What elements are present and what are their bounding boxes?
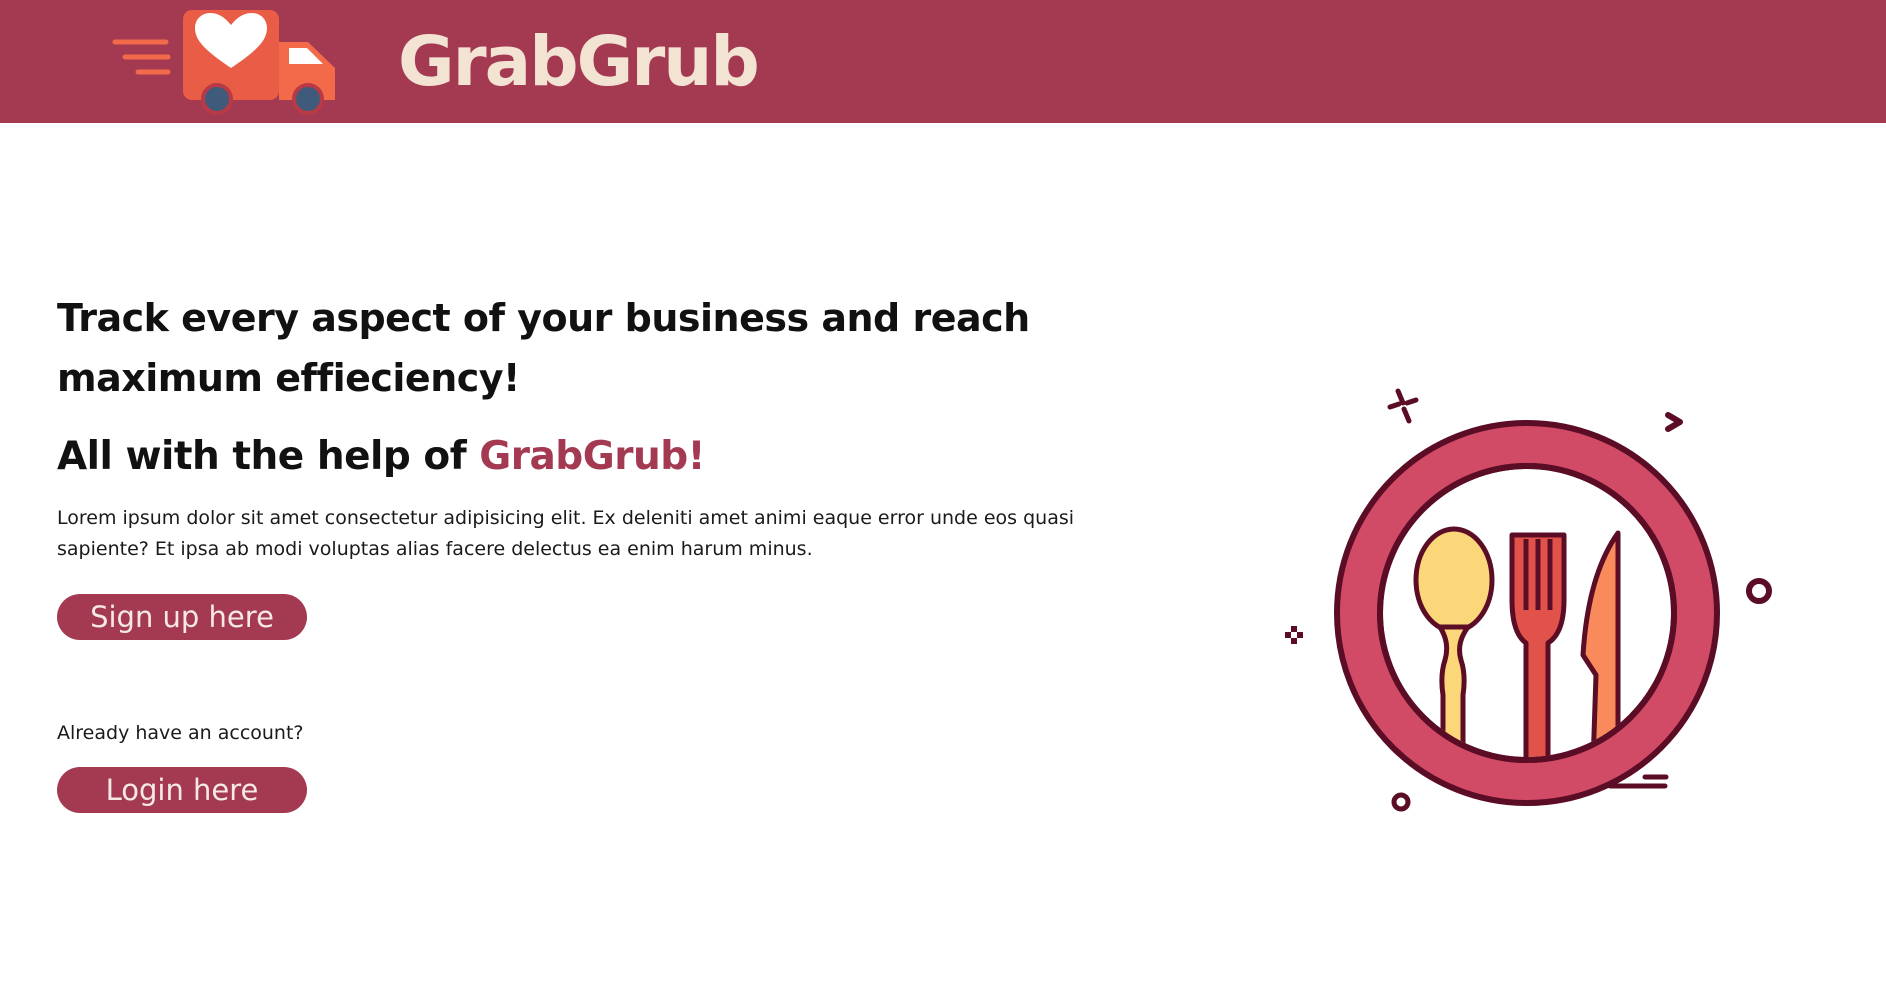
subheadline-prefix: All with the help of [57,434,480,479]
ring-decoration-bottom [1391,792,1411,812]
sparkle-decoration [1387,388,1419,424]
login-button[interactable]: Login here [57,767,307,813]
subheadline-brand: GrabGrub! [479,434,705,479]
already-have-account-text: Already have an account? [57,722,304,744]
chevron-decoration [1665,412,1683,432]
brand-name[interactable]: GrabGrub [398,20,760,104]
hero-subheadline: All with the help of GrabGrub! [57,430,1137,484]
ring-decoration-right [1746,578,1772,604]
speed-lines [112,39,171,75]
top-header: GrabGrub [0,0,1886,123]
delivery-truck-heart-icon[interactable] [110,8,340,118]
dots-decoration [1285,626,1303,644]
plate-cutlery-icon [1285,388,1772,812]
hero-section: Track every aspect of your business and … [57,288,1137,813]
signup-button[interactable]: Sign up here [57,594,307,640]
hero-headline: Track every aspect of your business and … [57,296,1030,400]
hero-description: Lorem ipsum dolor sit amet consectetur a… [57,507,1075,560]
